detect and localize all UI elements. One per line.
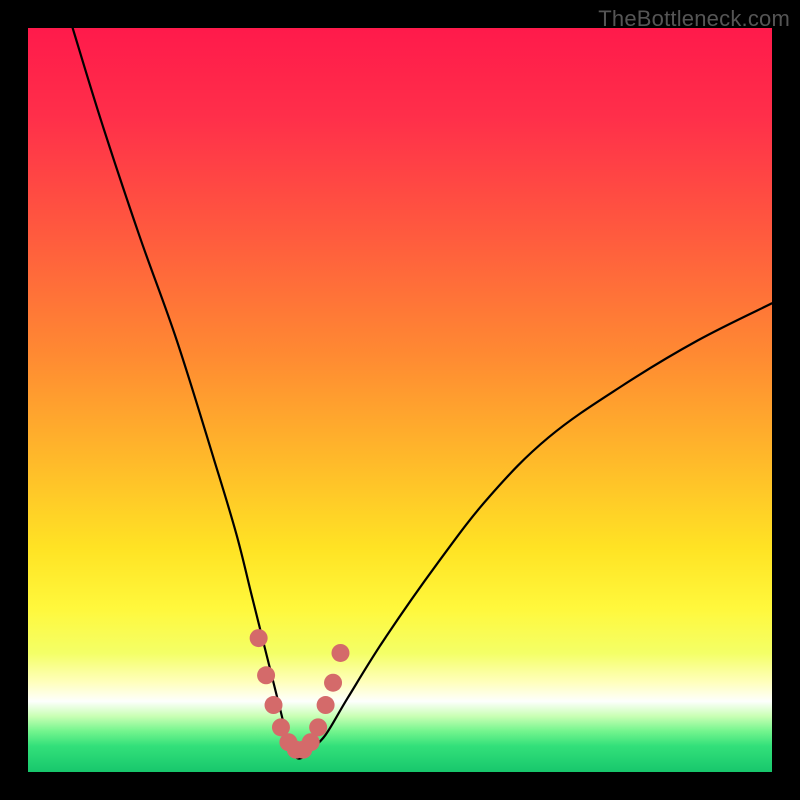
highlight-dot [331,644,349,662]
bottleneck-curve [73,28,772,759]
highlight-dot [324,674,342,692]
highlight-dot [317,696,335,714]
highlight-dot [257,666,275,684]
highlight-dot [250,629,268,647]
highlight-dot [265,696,283,714]
chart-overlay [28,28,772,772]
highlight-dot [309,718,327,736]
chart-plot-area [28,28,772,772]
